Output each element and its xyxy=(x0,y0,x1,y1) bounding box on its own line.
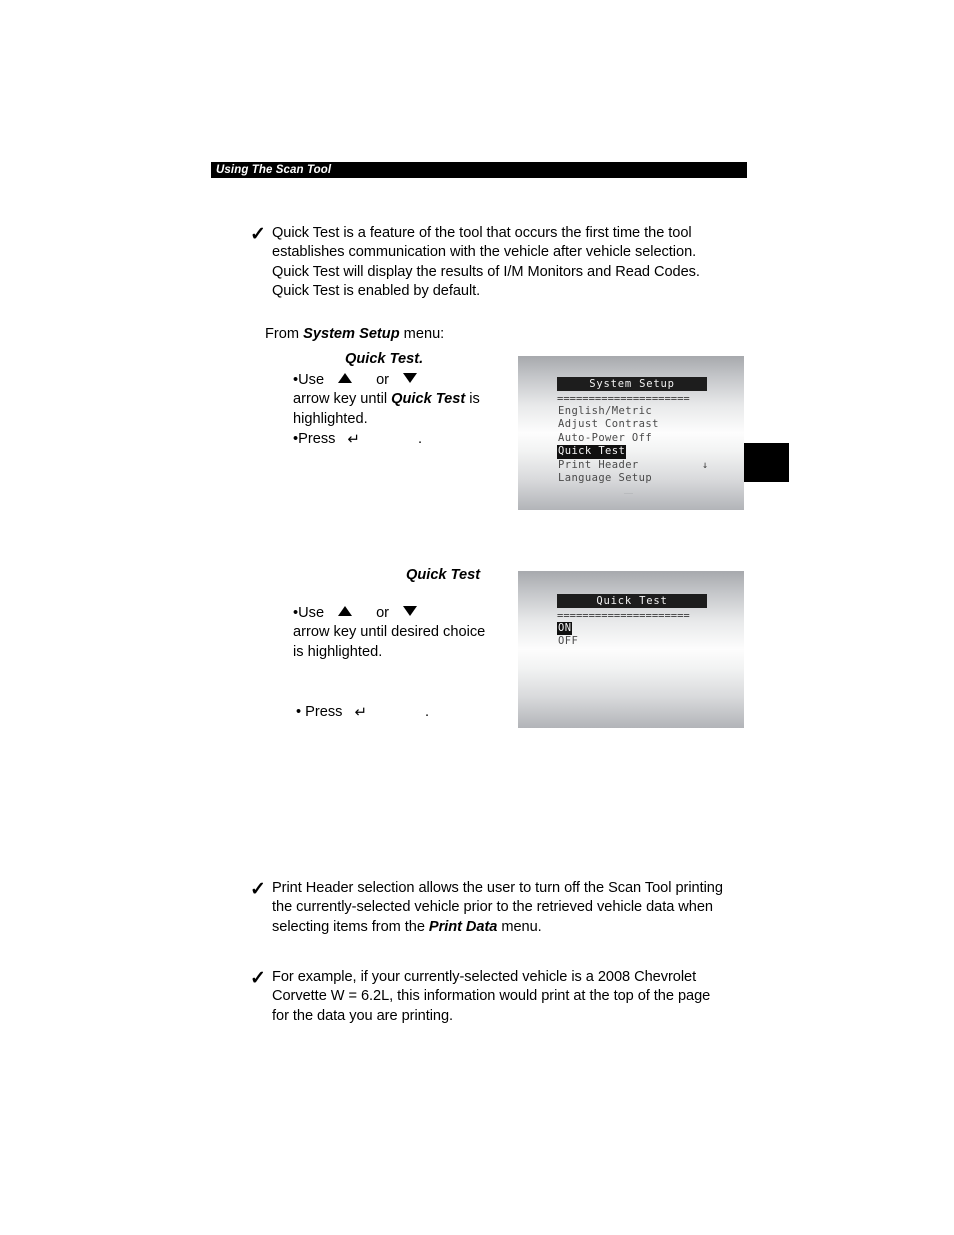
enter-key-icon: ↵ xyxy=(347,431,360,449)
print-header-emphasis: Print Data xyxy=(428,918,498,935)
step2-bullet1-or: or xyxy=(376,605,390,621)
lcd-menu-item-quick-test[interactable]: Quick Test xyxy=(557,445,727,459)
triangle-down-icon xyxy=(403,373,418,383)
checkmark-icon: ✓ xyxy=(250,224,266,245)
running-header-title: Using The Scan Tool xyxy=(216,164,332,176)
lcd-item-label: Language Setup xyxy=(558,472,653,485)
checkmark-icon: ✓ xyxy=(250,968,266,989)
lcd-separator-system-setup: ===================== xyxy=(557,394,690,405)
step1-bullet1-prefix: •Use xyxy=(293,372,325,388)
enter-key-icon: ↵ xyxy=(354,704,368,721)
lcd-item-label: Print Header xyxy=(558,458,639,471)
lcd-item-label: Quick Test xyxy=(557,445,627,459)
lcd-menu-item-language-setup[interactable]: Language Setup xyxy=(557,472,727,485)
running-header-bar: Using The Scan Tool xyxy=(211,162,747,178)
step1-heading: Quick Test. xyxy=(345,351,424,367)
lcd-screen-quick-test: Quick Test ===================== ON OFF xyxy=(518,571,744,728)
step1-bullet1-continuation2: highlighted. xyxy=(293,410,368,427)
lcd-menu-item-auto-power-off[interactable]: Auto-Power Off xyxy=(557,432,727,445)
paragraph-example: ✓ For example, if your currently-selecte… xyxy=(250,968,728,1026)
lcd-menu-quick-test: ON OFF xyxy=(557,622,727,649)
step2-bullet2-prefix: • Press xyxy=(296,704,343,720)
paragraph-print-header-text: Print Header selection allows the user t… xyxy=(272,879,728,937)
step1-cont-prefix: arrow key until xyxy=(293,391,392,408)
step1-bullet-press: •Press ↵. xyxy=(293,429,519,449)
lcd-menu-item-print-header[interactable]: Print Header ↓ xyxy=(557,459,727,472)
from-system-setup-line: From System Setup menu: xyxy=(265,325,444,344)
lcd-item-label: ON xyxy=(557,622,573,636)
scroll-down-arrow-icon: ↓ xyxy=(702,459,709,471)
step1-bullet2-prefix: •Press xyxy=(293,431,336,448)
step2-bullet2-suffix: . xyxy=(425,704,430,720)
lcd-title-system-setup: System Setup xyxy=(557,377,707,391)
step1-bullet-use: •Use or xyxy=(293,371,519,390)
from-emphasis: System Setup xyxy=(303,326,400,342)
step1-cont-emphasis: Quick Test xyxy=(391,391,466,408)
step1-cont-suffix: is xyxy=(465,391,480,408)
lcd-screen-system-setup: System Setup ===================== Engli… xyxy=(518,356,744,510)
lcd-menu-system-setup: English/Metric Adjust Contrast Auto-Powe… xyxy=(557,405,727,485)
step2-bullet-use: •Use or xyxy=(293,604,523,623)
lcd-menu-item-adjust-contrast[interactable]: Adjust Contrast xyxy=(557,418,727,431)
triangle-up-icon xyxy=(338,606,353,616)
from-prefix: From xyxy=(265,326,304,342)
from-suffix: menu: xyxy=(399,326,445,342)
lcd-item-label: English/Metric xyxy=(558,405,653,417)
paragraph-quick-test-intro: ✓ Quick Test is a feature of the tool th… xyxy=(250,224,722,302)
paragraph-quick-test-text: Quick Test is a feature of the tool that… xyxy=(272,225,700,300)
lcd-separator-quick-test: ===================== xyxy=(557,611,690,622)
step2-heading: Quick Test xyxy=(406,567,481,583)
step1-bullet1-or: or xyxy=(376,372,390,388)
lcd-item-label: Adjust Contrast xyxy=(558,418,659,431)
lcd-menu-item-off[interactable]: OFF xyxy=(557,635,727,648)
checkmark-icon: ✓ xyxy=(250,879,266,900)
step1-bullet2-suffix: . xyxy=(418,431,423,448)
lcd-item-label: Auto-Power Off xyxy=(558,431,653,444)
lcd-item-label: OFF xyxy=(558,635,579,648)
lcd-screen-artifact xyxy=(624,493,633,494)
print-header-part2: menu. xyxy=(497,918,542,935)
step1-bullets: •Use or arrow key until Quick Test is hig… xyxy=(293,371,519,450)
page-edge-tab-marker xyxy=(744,443,789,482)
lcd-menu-item-english-metric[interactable]: English/Metric xyxy=(557,405,727,418)
step2-bullet1-continuation: arrow key until desired choice xyxy=(293,624,486,641)
step2-bullet-press: • Press ↵. xyxy=(296,702,430,721)
step2-bullets: •Use or arrow key until desired choice is… xyxy=(293,604,523,662)
triangle-up-icon xyxy=(338,373,353,383)
triangle-down-icon xyxy=(403,606,418,616)
step2-bullet1-continuation2: is highlighted. xyxy=(293,643,383,660)
step2-bullet1-prefix: •Use xyxy=(293,605,325,621)
paragraph-example-text: For example, if your currently-selected … xyxy=(272,969,711,1024)
step1-bullet1-continuation: arrow key until Quick Test is xyxy=(293,390,519,409)
lcd-menu-item-on[interactable]: ON xyxy=(557,622,727,636)
paragraph-print-header: ✓ Print Header selection allows the user… xyxy=(250,879,728,937)
lcd-title-quick-test: Quick Test xyxy=(557,594,707,608)
